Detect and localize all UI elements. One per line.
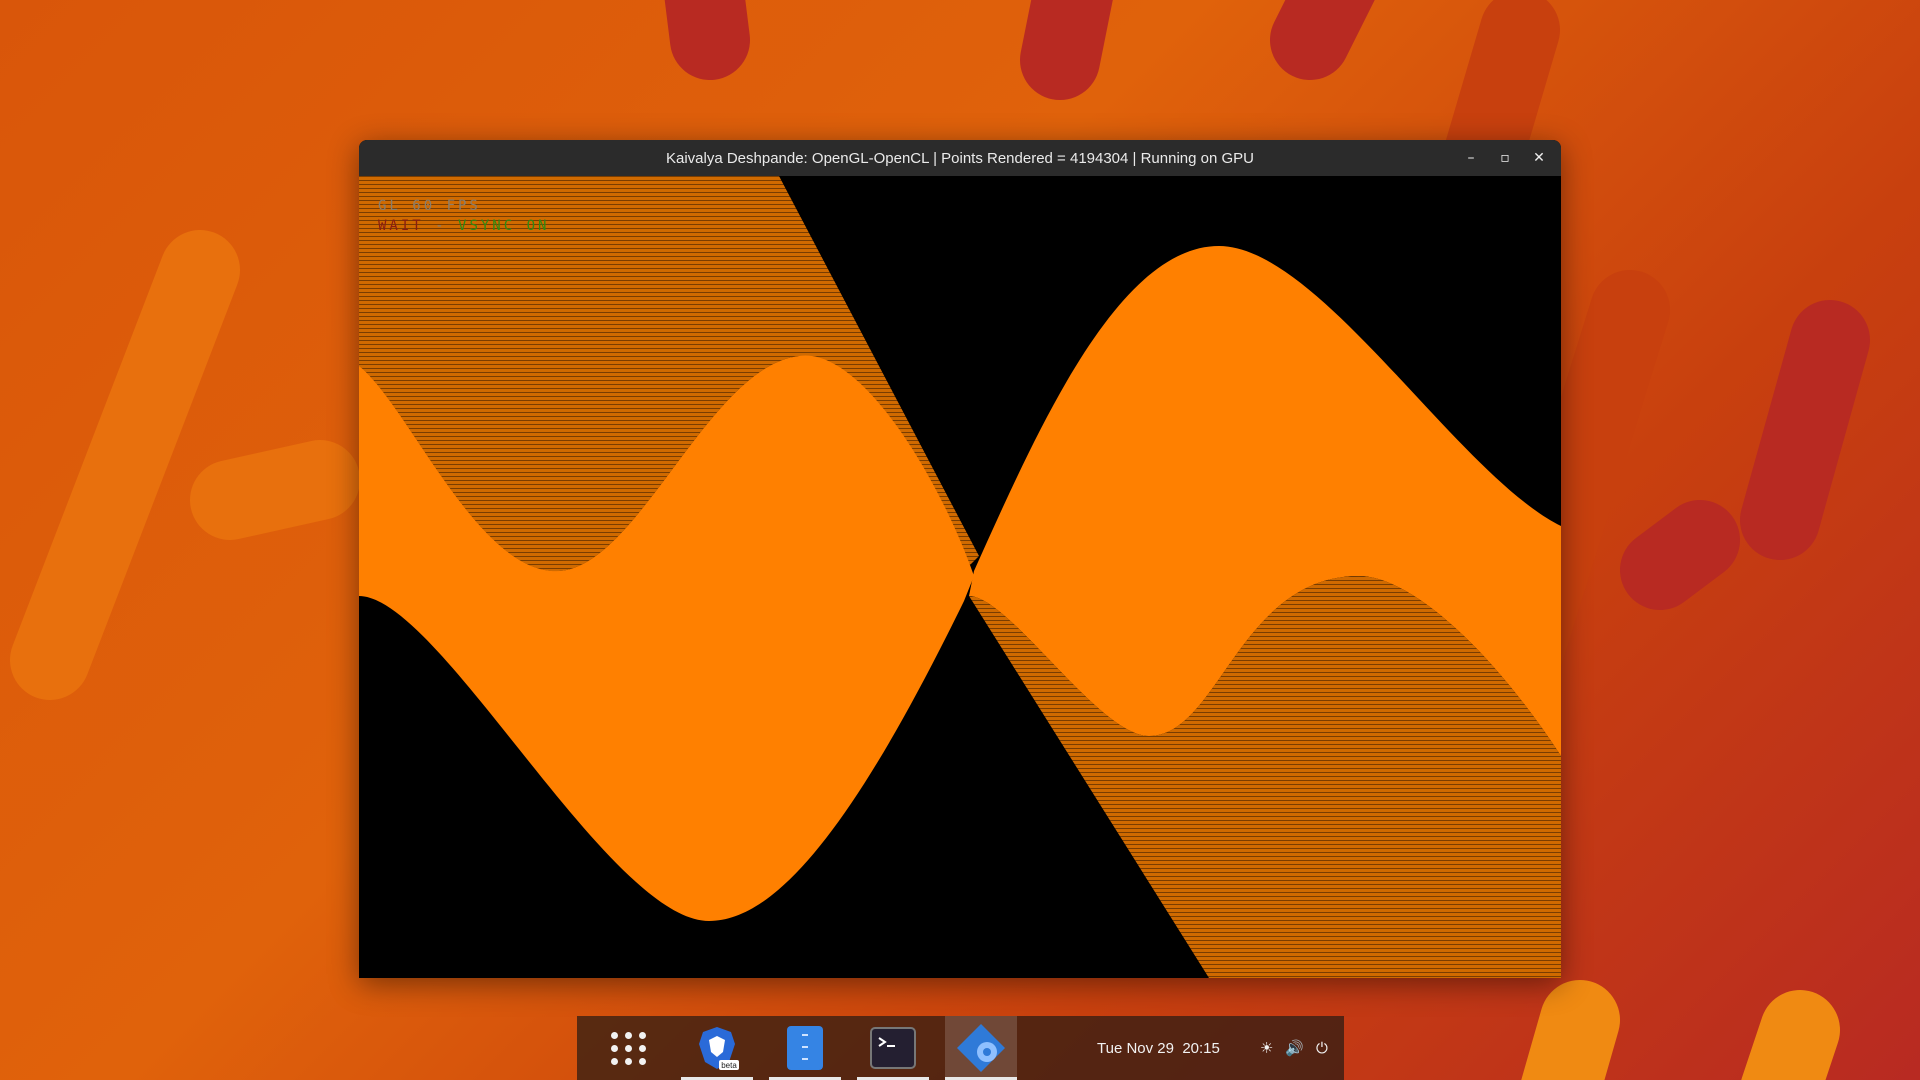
beta-badge: beta (721, 1061, 737, 1070)
app-grid-button[interactable] (593, 1016, 665, 1080)
render-canvas[interactable]: GL 60 FPS WAIT - VSYNC ON (359, 176, 1561, 978)
app-grid-icon (611, 1031, 647, 1065)
taskbar: beta Tue Nov 29 20:15 ☀ 🔊 ⏻ (577, 1016, 1344, 1080)
files-launcher[interactable] (769, 1016, 841, 1080)
clock[interactable]: Tue Nov 29 20:15 (1097, 1040, 1220, 1057)
vsync-status: VSYNC ON (458, 218, 550, 234)
volume-icon[interactable]: 🔊 (1285, 1039, 1304, 1057)
terminal-icon (870, 1027, 916, 1069)
power-icon[interactable]: ⏻ (1316, 1039, 1328, 1057)
window-titlebar[interactable]: Kaivalya Deshpande: OpenGL-OpenCL | Poin… (359, 140, 1561, 177)
fps-counter: GL 60 FPS (378, 198, 481, 214)
system-tray[interactable]: ☀ 🔊 ⏻ (1260, 1039, 1328, 1057)
opengl-window: Kaivalya Deshpande: OpenGL-OpenCL | Poin… (359, 140, 1561, 978)
brave-beta-launcher[interactable]: beta (681, 1016, 753, 1080)
maximize-button[interactable]: ▫ (1493, 146, 1517, 170)
settings-app-icon (957, 1024, 1005, 1072)
terminal-launcher[interactable] (857, 1016, 929, 1080)
wait-status: WAIT (378, 218, 424, 234)
close-button[interactable]: ✕ (1527, 146, 1551, 170)
status-separator: - (423, 218, 459, 234)
files-icon (787, 1026, 823, 1070)
opengl-app-launcher[interactable] (945, 1016, 1017, 1080)
brave-beta-icon: beta (699, 1027, 739, 1070)
minimize-button[interactable]: – (1459, 146, 1483, 170)
wave-render (359, 176, 1561, 978)
brightness-icon[interactable]: ☀ (1260, 1039, 1273, 1057)
window-title: Kaivalya Deshpande: OpenGL-OpenCL | Poin… (665, 149, 1255, 167)
fps-overlay: GL 60 FPS WAIT - VSYNC ON (378, 196, 549, 236)
